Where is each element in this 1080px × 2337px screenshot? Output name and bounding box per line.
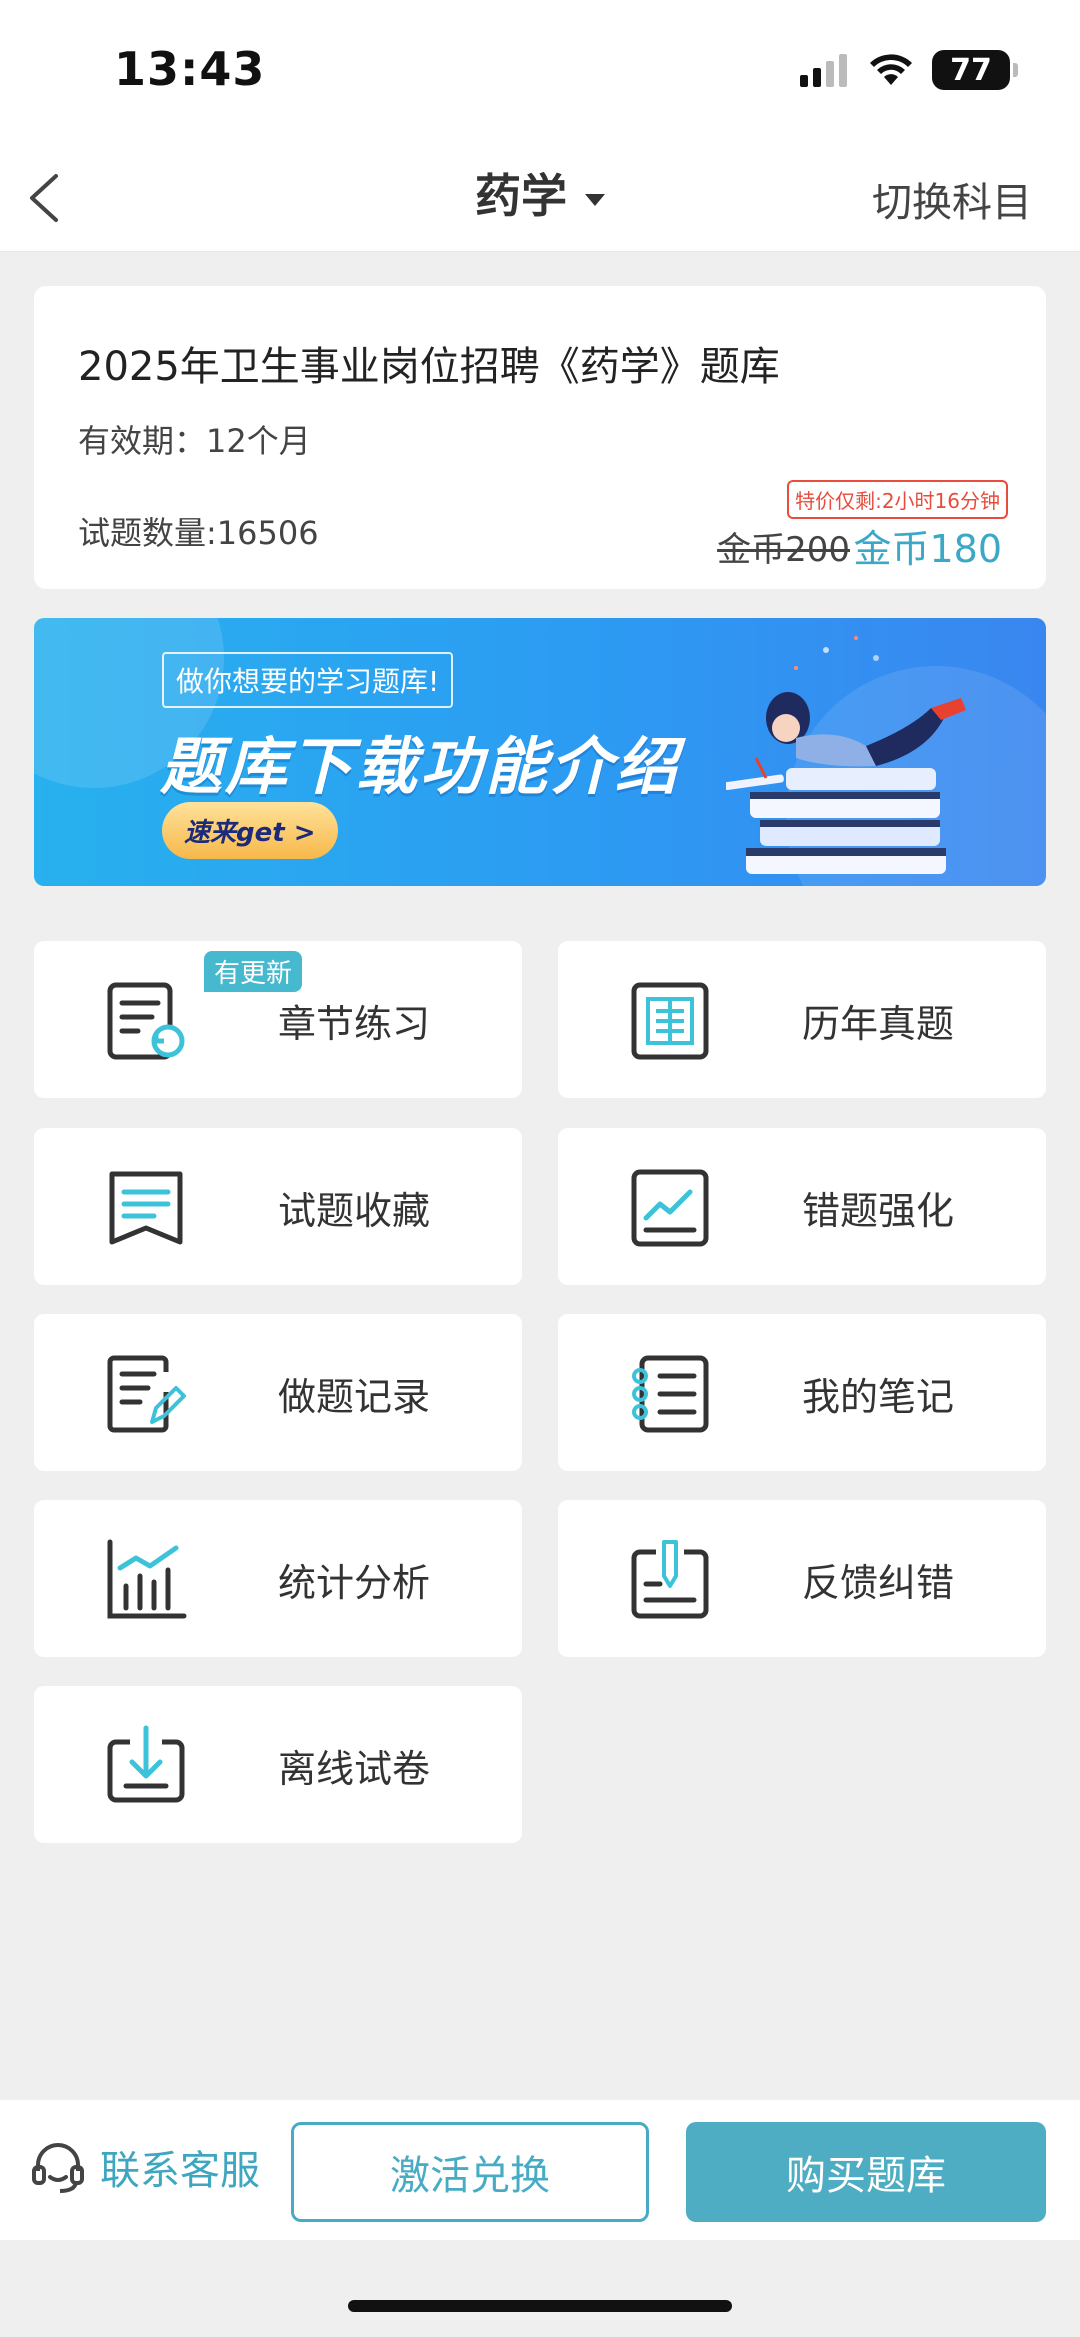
status-time: 13:43 [114, 42, 266, 96]
original-price: 金币200 [717, 530, 850, 570]
caret-down-icon [585, 193, 605, 206]
menu-item-wrong-questions[interactable]: 错题强化 [558, 1128, 1046, 1285]
home-indicator [348, 2300, 732, 2312]
activate-redeem-button[interactable]: 激活兑换 [291, 2122, 649, 2222]
notes-icon [632, 1355, 709, 1433]
battery-level: 77 [950, 52, 992, 88]
subject-title: 药学 [475, 169, 567, 223]
menu-item-practice-record[interactable]: 做题记录 [34, 1314, 522, 1471]
sale-price: 金币180 [853, 527, 1002, 571]
menu-item-statistics[interactable]: 统计分析 [34, 1500, 522, 1657]
menu-item-label: 离线试卷 [278, 1747, 431, 1791]
banner-title: 题库下载功能介绍 [160, 730, 681, 803]
status-icons: 77 [798, 50, 1018, 90]
menu-item-chapter-practice[interactable]: 有更新 章节练习 [34, 941, 522, 1098]
feedback-icon [631, 1540, 709, 1619]
menu-item-offline-papers[interactable]: 离线试卷 [34, 1686, 522, 1843]
switch-subject-button[interactable]: 切换科目 [872, 170, 1032, 228]
wifi-icon [870, 54, 912, 85]
favorites-icon [109, 1171, 183, 1245]
menu-item-label: 章节练习 [278, 1002, 431, 1046]
chapter-practice-icon [107, 982, 185, 1060]
question-count: 试题数量:16506 [78, 514, 319, 552]
practice-record-icon [107, 1355, 186, 1433]
question-bank-card: 2025年卫生事业岗位招聘《药学》题库 有效期：12个月 试题数量:16506 … [34, 286, 1046, 589]
past-exams-icon [631, 982, 709, 1060]
promo-timer-badge: 特价仅剩:2小时16分钟 [787, 480, 1008, 519]
status-bar: 13:43 77 [0, 0, 1080, 140]
menu-item-label: 做题记录 [278, 1375, 431, 1419]
statistics-icon [107, 1539, 187, 1619]
menu-item-feedback[interactable]: 反馈纠错 [558, 1500, 1046, 1657]
signal-icon [800, 54, 847, 87]
customer-service-button[interactable]: 联系客服 [30, 2138, 260, 2196]
offline-papers-icon [107, 1725, 185, 1803]
menu-item-label: 统计分析 [278, 1561, 431, 1605]
buy-question-bank-button[interactable]: 购买题库 [686, 2122, 1046, 2222]
customer-service-label: 联系客服 [100, 2148, 260, 2194]
menu-item-label: 反馈纠错 [802, 1561, 955, 1605]
banner-subtitle: 做你想要的学习题库! [162, 652, 454, 708]
menu-item-my-notes[interactable]: 我的笔记 [558, 1314, 1046, 1471]
download-feature-banner[interactable]: 做你想要的学习题库! 题库下载功能介绍 速来get > [34, 618, 1046, 886]
wrong-questions-icon [631, 1169, 709, 1247]
studying-illustration-icon [726, 636, 966, 874]
menu-item-favorites[interactable]: 试题收藏 [34, 1128, 522, 1285]
menu-item-label: 错题强化 [802, 1189, 955, 1233]
bank-title: 2025年卫生事业岗位招聘《药学》题库 [78, 344, 780, 390]
banner-get-button[interactable]: 速来get > [162, 802, 338, 859]
update-badge: 有更新 [204, 951, 303, 992]
nav-bar: 药学 切换科目 [0, 140, 1080, 252]
validity-text: 有效期：12个月 [78, 422, 311, 460]
menu-item-label: 我的笔记 [802, 1375, 955, 1419]
battery-icon: 77 [932, 50, 1018, 90]
menu-item-label: 历年真题 [802, 1002, 955, 1046]
menu-item-label: 试题收藏 [278, 1189, 431, 1233]
menu-item-past-exams[interactable]: 历年真题 [558, 941, 1046, 1098]
headset-icon [32, 2143, 84, 2193]
bottom-action-bar: 联系客服 激活兑换 购买题库 [0, 2100, 1080, 2240]
